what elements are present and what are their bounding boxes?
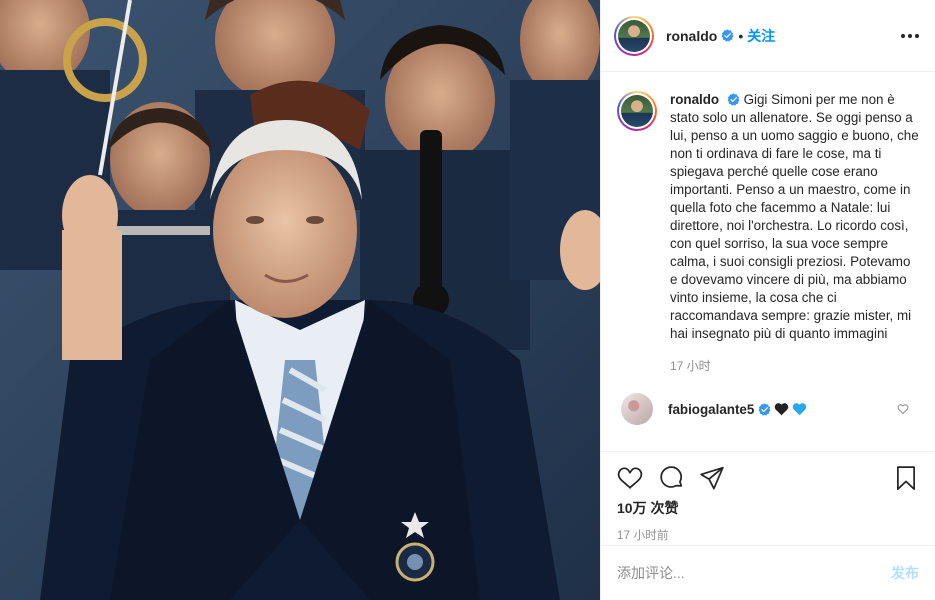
comment-input[interactable] bbox=[617, 565, 891, 581]
caption-verified-icon bbox=[727, 93, 740, 106]
like-count[interactable]: 10万 次赞 bbox=[617, 498, 919, 518]
comment-item: fabiogalante5 bbox=[617, 393, 919, 425]
post-timestamp[interactable]: 17 小时前 bbox=[617, 527, 919, 543]
heart-icon[interactable] bbox=[617, 465, 643, 491]
caption-text: Gigi Simoni per me non è stato solo un a… bbox=[670, 92, 919, 341]
share-icon[interactable] bbox=[699, 465, 725, 491]
separator-dot: • bbox=[738, 27, 744, 44]
comment-composer: 发布 bbox=[601, 545, 935, 600]
commenter-verified-icon bbox=[758, 402, 771, 416]
blue-heart-icon bbox=[793, 403, 807, 416]
post-caption: ronaldo Gigi Simoni per me non è stato s… bbox=[617, 91, 919, 375]
post-actions: 10万 次赞 17 小时前 bbox=[601, 451, 935, 543]
post-photo[interactable] bbox=[0, 0, 600, 600]
caption-timestamp: 17 小时 bbox=[670, 359, 711, 373]
caption-username[interactable]: ronaldo bbox=[670, 92, 719, 107]
follow-button[interactable]: 关注 bbox=[747, 26, 775, 46]
author-username[interactable]: ronaldo bbox=[666, 28, 717, 44]
caption-avatar[interactable] bbox=[617, 91, 657, 131]
post-comment-button[interactable]: 发布 bbox=[891, 563, 919, 583]
post-header: ronaldo • 关注 bbox=[601, 0, 935, 72]
commenter-username[interactable]: fabiogalante5 bbox=[668, 402, 754, 417]
bookmark-icon[interactable] bbox=[893, 465, 919, 491]
commenter-avatar[interactable] bbox=[621, 393, 653, 425]
comments-section[interactable]: ronaldo Gigi Simoni per me non è stato s… bbox=[601, 73, 935, 451]
black-heart-icon bbox=[775, 403, 789, 416]
comment-icon[interactable] bbox=[658, 465, 684, 491]
author-avatar[interactable] bbox=[614, 15, 654, 56]
more-options-icon[interactable] bbox=[901, 33, 919, 38]
post-detail-panel: ronaldo • 关注 ronaldo Gigi Simoni per me … bbox=[600, 0, 935, 600]
verified-badge-icon bbox=[721, 29, 734, 42]
comment-like-icon[interactable] bbox=[897, 403, 909, 415]
post-image bbox=[0, 0, 600, 600]
